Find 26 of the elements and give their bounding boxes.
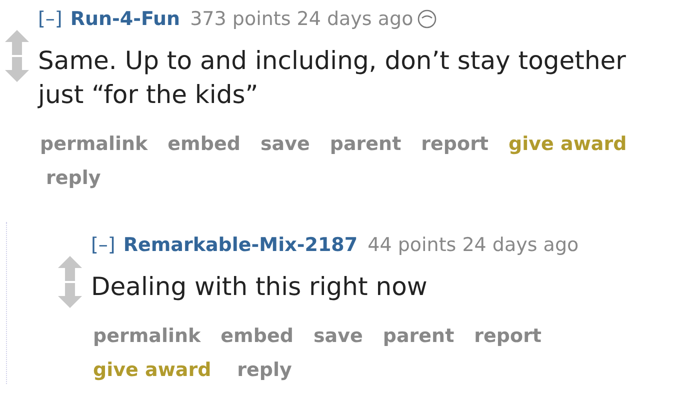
action-link[interactable]: parent bbox=[382, 322, 454, 350]
collapse-toggle[interactable]: [–] bbox=[91, 234, 116, 256]
comment-text: Same. Up to and including, don’t stay together just “for the kids” bbox=[38, 45, 627, 111]
action-link[interactable]: embed bbox=[220, 322, 294, 350]
action-link[interactable]: embed bbox=[168, 130, 240, 158]
action-link[interactable]: reply bbox=[46, 164, 101, 192]
give-award-link[interactable]: give award bbox=[93, 356, 212, 384]
points-label: 373 points bbox=[190, 8, 291, 30]
action-link[interactable]: report bbox=[421, 130, 489, 158]
username-link[interactable]: Remarkable-Mix-2187 bbox=[123, 234, 358, 256]
action-link[interactable]: reply bbox=[237, 356, 292, 384]
timestamp: 24 days ago bbox=[462, 234, 579, 256]
vote-arrows-icon[interactable] bbox=[4, 28, 30, 84]
action-link[interactable]: permalink bbox=[93, 322, 201, 350]
vote-arrows-icon[interactable] bbox=[57, 254, 83, 310]
action-link[interactable]: permalink bbox=[40, 130, 148, 158]
comment-text: Dealing with this right now bbox=[91, 271, 428, 303]
timestamp: 24 days ago bbox=[296, 8, 414, 30]
action-link[interactable]: parent bbox=[330, 130, 402, 158]
points-label: 44 points bbox=[368, 234, 456, 256]
action-link[interactable]: save bbox=[313, 322, 363, 350]
action-link[interactable]: save bbox=[260, 130, 310, 158]
give-award-link[interactable]: give award bbox=[508, 130, 627, 158]
action-link[interactable]: report bbox=[474, 322, 542, 350]
username-link[interactable]: Run-4-Fun bbox=[70, 8, 180, 30]
collapse-toggle[interactable]: [–] bbox=[38, 8, 62, 30]
